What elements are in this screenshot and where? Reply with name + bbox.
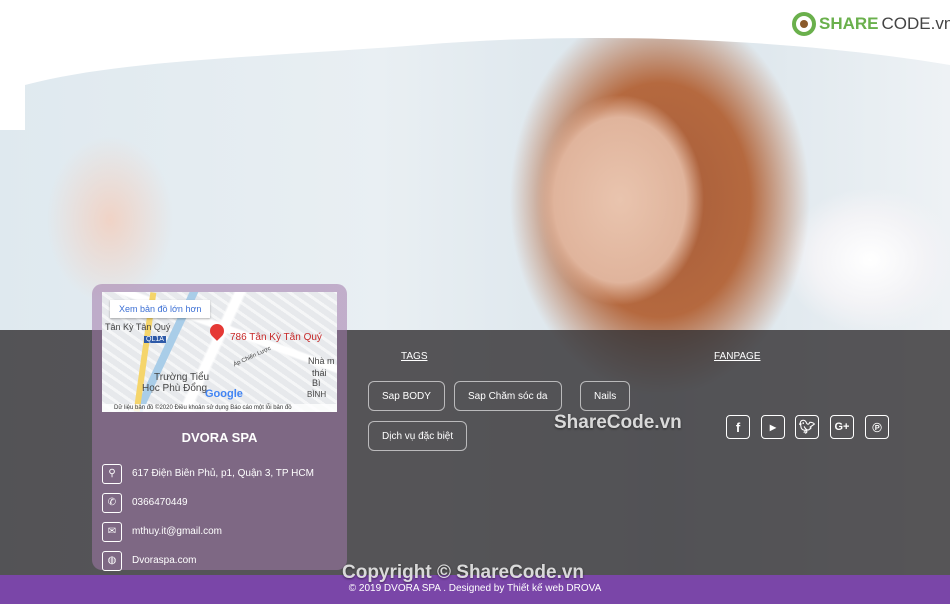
map-label: thái Bì bbox=[312, 368, 327, 388]
phone-icon: ✆ bbox=[102, 492, 122, 513]
contact-card: Xem bản đồ lớn hơn Tân Kỳ Tân Quý QL1A T… bbox=[92, 284, 347, 571]
address-text: 617 Điện Biên Phủ, p1, Quận 3, TP HCM bbox=[132, 468, 314, 479]
logo-icon bbox=[792, 12, 816, 36]
spa-name: DVORA SPA bbox=[181, 430, 258, 445]
copyright-watermark: Copyright © ShareCode.vn bbox=[342, 562, 585, 583]
email-text: mthuy.it@gmail.com bbox=[132, 526, 222, 537]
copyright-text: © 2019 DVORA SPA . Designed by Thiết kế … bbox=[348, 583, 602, 594]
map-place-label: 786 Tân Kỳ Tân Quý bbox=[230, 332, 322, 343]
fanpage-heading: FANPAGE bbox=[714, 351, 761, 362]
map-label: Trường Tiểu bbox=[154, 372, 210, 383]
google-plus-icon[interactable]: G+ bbox=[830, 415, 854, 439]
youtube-icon[interactable]: ▶ bbox=[761, 415, 785, 439]
map-pin-icon[interactable] bbox=[207, 321, 227, 341]
map-label: BÌNH bbox=[307, 390, 327, 399]
map-footer[interactable]: Dữ liệu bản đồ ©2020 Điều khoản sử dụng … bbox=[102, 404, 337, 412]
tag-sap-cham-soc-da[interactable]: Sap Chăm sóc da bbox=[454, 381, 562, 411]
contact-address: ⚲ 617 Điện Biên Phủ, p1, Quận 3, TP HCM bbox=[102, 459, 337, 488]
map-label: Nhà m bbox=[308, 356, 335, 366]
contact-email[interactable]: ✉ mthuy.it@gmail.com bbox=[102, 517, 337, 546]
phone-text: 0366470449 bbox=[132, 497, 188, 508]
tag-nails[interactable]: Nails bbox=[580, 381, 631, 411]
logo-text: SHARE bbox=[819, 14, 879, 33]
tag-sap-body[interactable]: Sap BODY bbox=[368, 381, 445, 411]
tag-dich-vu-dac-biet[interactable]: Dịch vụ đặc biệt bbox=[368, 421, 468, 451]
mail-icon: ✉ bbox=[102, 521, 122, 542]
map-label: Học Phù Đổng bbox=[142, 383, 208, 394]
watermark: ShareCode.vn bbox=[554, 412, 682, 433]
pinterest-icon[interactable]: ℗ bbox=[865, 415, 889, 439]
map-label: Tân Kỳ Tân Quý bbox=[105, 322, 171, 332]
tags-heading: TAGS bbox=[401, 351, 428, 362]
view-larger-map-link[interactable]: Xem bản đồ lớn hơn bbox=[110, 300, 211, 318]
contact-website[interactable]: ◍ Dvoraspa.com bbox=[102, 546, 337, 575]
map-pin-icon: ⚲ bbox=[102, 463, 122, 484]
sharecode-logo[interactable]: SHARE CODE.vn bbox=[792, 12, 950, 36]
logo-text-suffix: CODE.vn bbox=[881, 14, 950, 33]
contact-phone[interactable]: ✆ 0366470449 bbox=[102, 488, 337, 517]
map-label: QL1A bbox=[144, 336, 166, 343]
globe-icon: ◍ bbox=[102, 550, 122, 571]
twitter-icon[interactable]: 🐦︎ bbox=[795, 415, 819, 439]
map-label: Áp Chiến Lược bbox=[232, 345, 273, 369]
google-logo: Google bbox=[205, 388, 243, 400]
facebook-icon[interactable]: f bbox=[726, 415, 750, 439]
website-text: Dvoraspa.com bbox=[132, 555, 197, 566]
google-map[interactable]: Xem bản đồ lớn hơn Tân Kỳ Tân Quý QL1A T… bbox=[102, 292, 337, 412]
